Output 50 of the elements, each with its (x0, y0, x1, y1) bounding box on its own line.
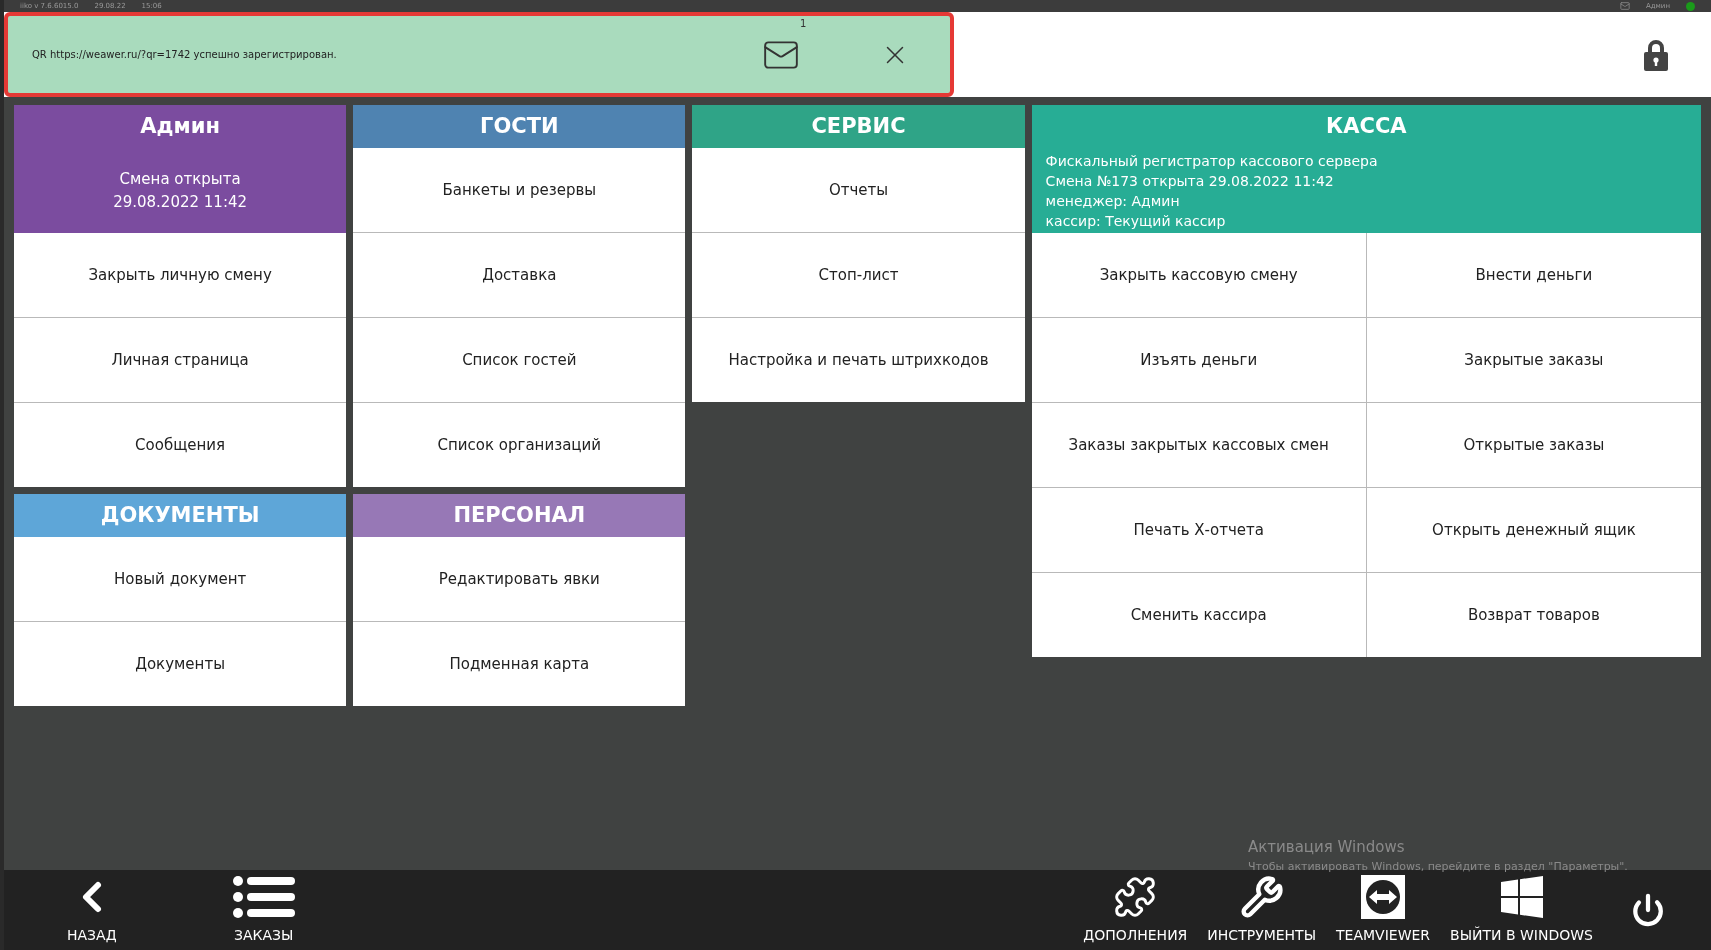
puzzle-icon (1113, 875, 1158, 919)
menu-button[interactable]: Список организаций (353, 403, 686, 487)
section-info: Смена №173 открыта 29.08.2022 11:42 (1045, 172, 1335, 191)
menu-button[interactable]: Изъять деньги (1031, 318, 1366, 402)
menu-button[interactable]: Возврат товаров (1366, 573, 1701, 657)
menu-button[interactable]: Новый документ (14, 537, 347, 621)
menu-button[interactable]: Открытые заказы (1366, 403, 1701, 487)
toolbar-button[interactable]: ЗАКАЗЫ (224, 870, 303, 950)
menu-button[interactable]: Список гостей (353, 318, 686, 402)
menu-button[interactable]: Стоп-лист (692, 233, 1025, 317)
notification-text: QR https://weawer.ru/?qr=1742 успешно зарегистрирован. (32, 48, 338, 62)
section-title: ГОСТИ (479, 112, 560, 140)
menu-button[interactable]: Заказы закрытых кассовых смен (1031, 403, 1366, 487)
menu-button[interactable]: Редактировать явки (353, 537, 686, 621)
menu-button[interactable]: Сообщения (14, 403, 347, 487)
menu-button[interactable]: Доставка (353, 233, 686, 317)
section-title: СЕРВИС (810, 112, 907, 140)
toolbar-button[interactable]: ДОПОЛНЕНИЯ (1075, 870, 1196, 950)
lock-icon[interactable] (1643, 38, 1669, 71)
wrench-icon (1239, 875, 1284, 919)
list-icon (232, 875, 295, 919)
menu-button[interactable]: Настройка и печать штрихкодов (692, 318, 1025, 402)
power-icon (1631, 893, 1665, 927)
mail-icon (1619, 1, 1630, 11)
menu-button[interactable]: Личная страница (14, 318, 347, 402)
menu-button[interactable]: Внести деньги (1366, 233, 1701, 317)
menu-button[interactable]: Печать Х-отчета (1031, 488, 1366, 572)
menu-button[interactable]: Закрыть кассовую смену (1031, 233, 1366, 317)
section-title: ПЕРСОНАЛ (452, 501, 587, 529)
section-info: кассир: Текущий кассир (1045, 212, 1227, 231)
menu-button[interactable]: Документы (14, 622, 347, 706)
message-count: 1 (800, 16, 807, 31)
menu-button[interactable]: Отчеты (692, 148, 1025, 232)
section-info: менеджер: Админ (1045, 192, 1181, 211)
menu-button[interactable]: Открыть денежный ящик (1366, 488, 1701, 572)
menu-button[interactable]: Подменная карта (353, 622, 686, 706)
section-title: Админ (139, 112, 221, 140)
menu-button[interactable]: Банкеты и резервы (353, 148, 686, 232)
section-title: КАССА (1325, 112, 1408, 140)
section-info: Фискальный регистратор кассового сервера (1045, 152, 1379, 171)
section-title: ДОКУМЕНТЫ (99, 501, 261, 529)
section-info: 29.08.2022 11:42 (113, 192, 248, 213)
menu-button[interactable]: Закрыть личную смену (14, 233, 347, 317)
menu-button[interactable]: Сменить кассира (1031, 573, 1366, 657)
teamviewer-icon (1361, 875, 1406, 919)
toolbar-button[interactable]: НАЗАД (59, 870, 125, 950)
menu-button[interactable]: Закрытые заказы (1366, 318, 1701, 402)
section-info: Смена открыта (119, 169, 241, 190)
activation-title: Активация Windows (1248, 837, 1406, 858)
windows-icon (1500, 876, 1543, 918)
